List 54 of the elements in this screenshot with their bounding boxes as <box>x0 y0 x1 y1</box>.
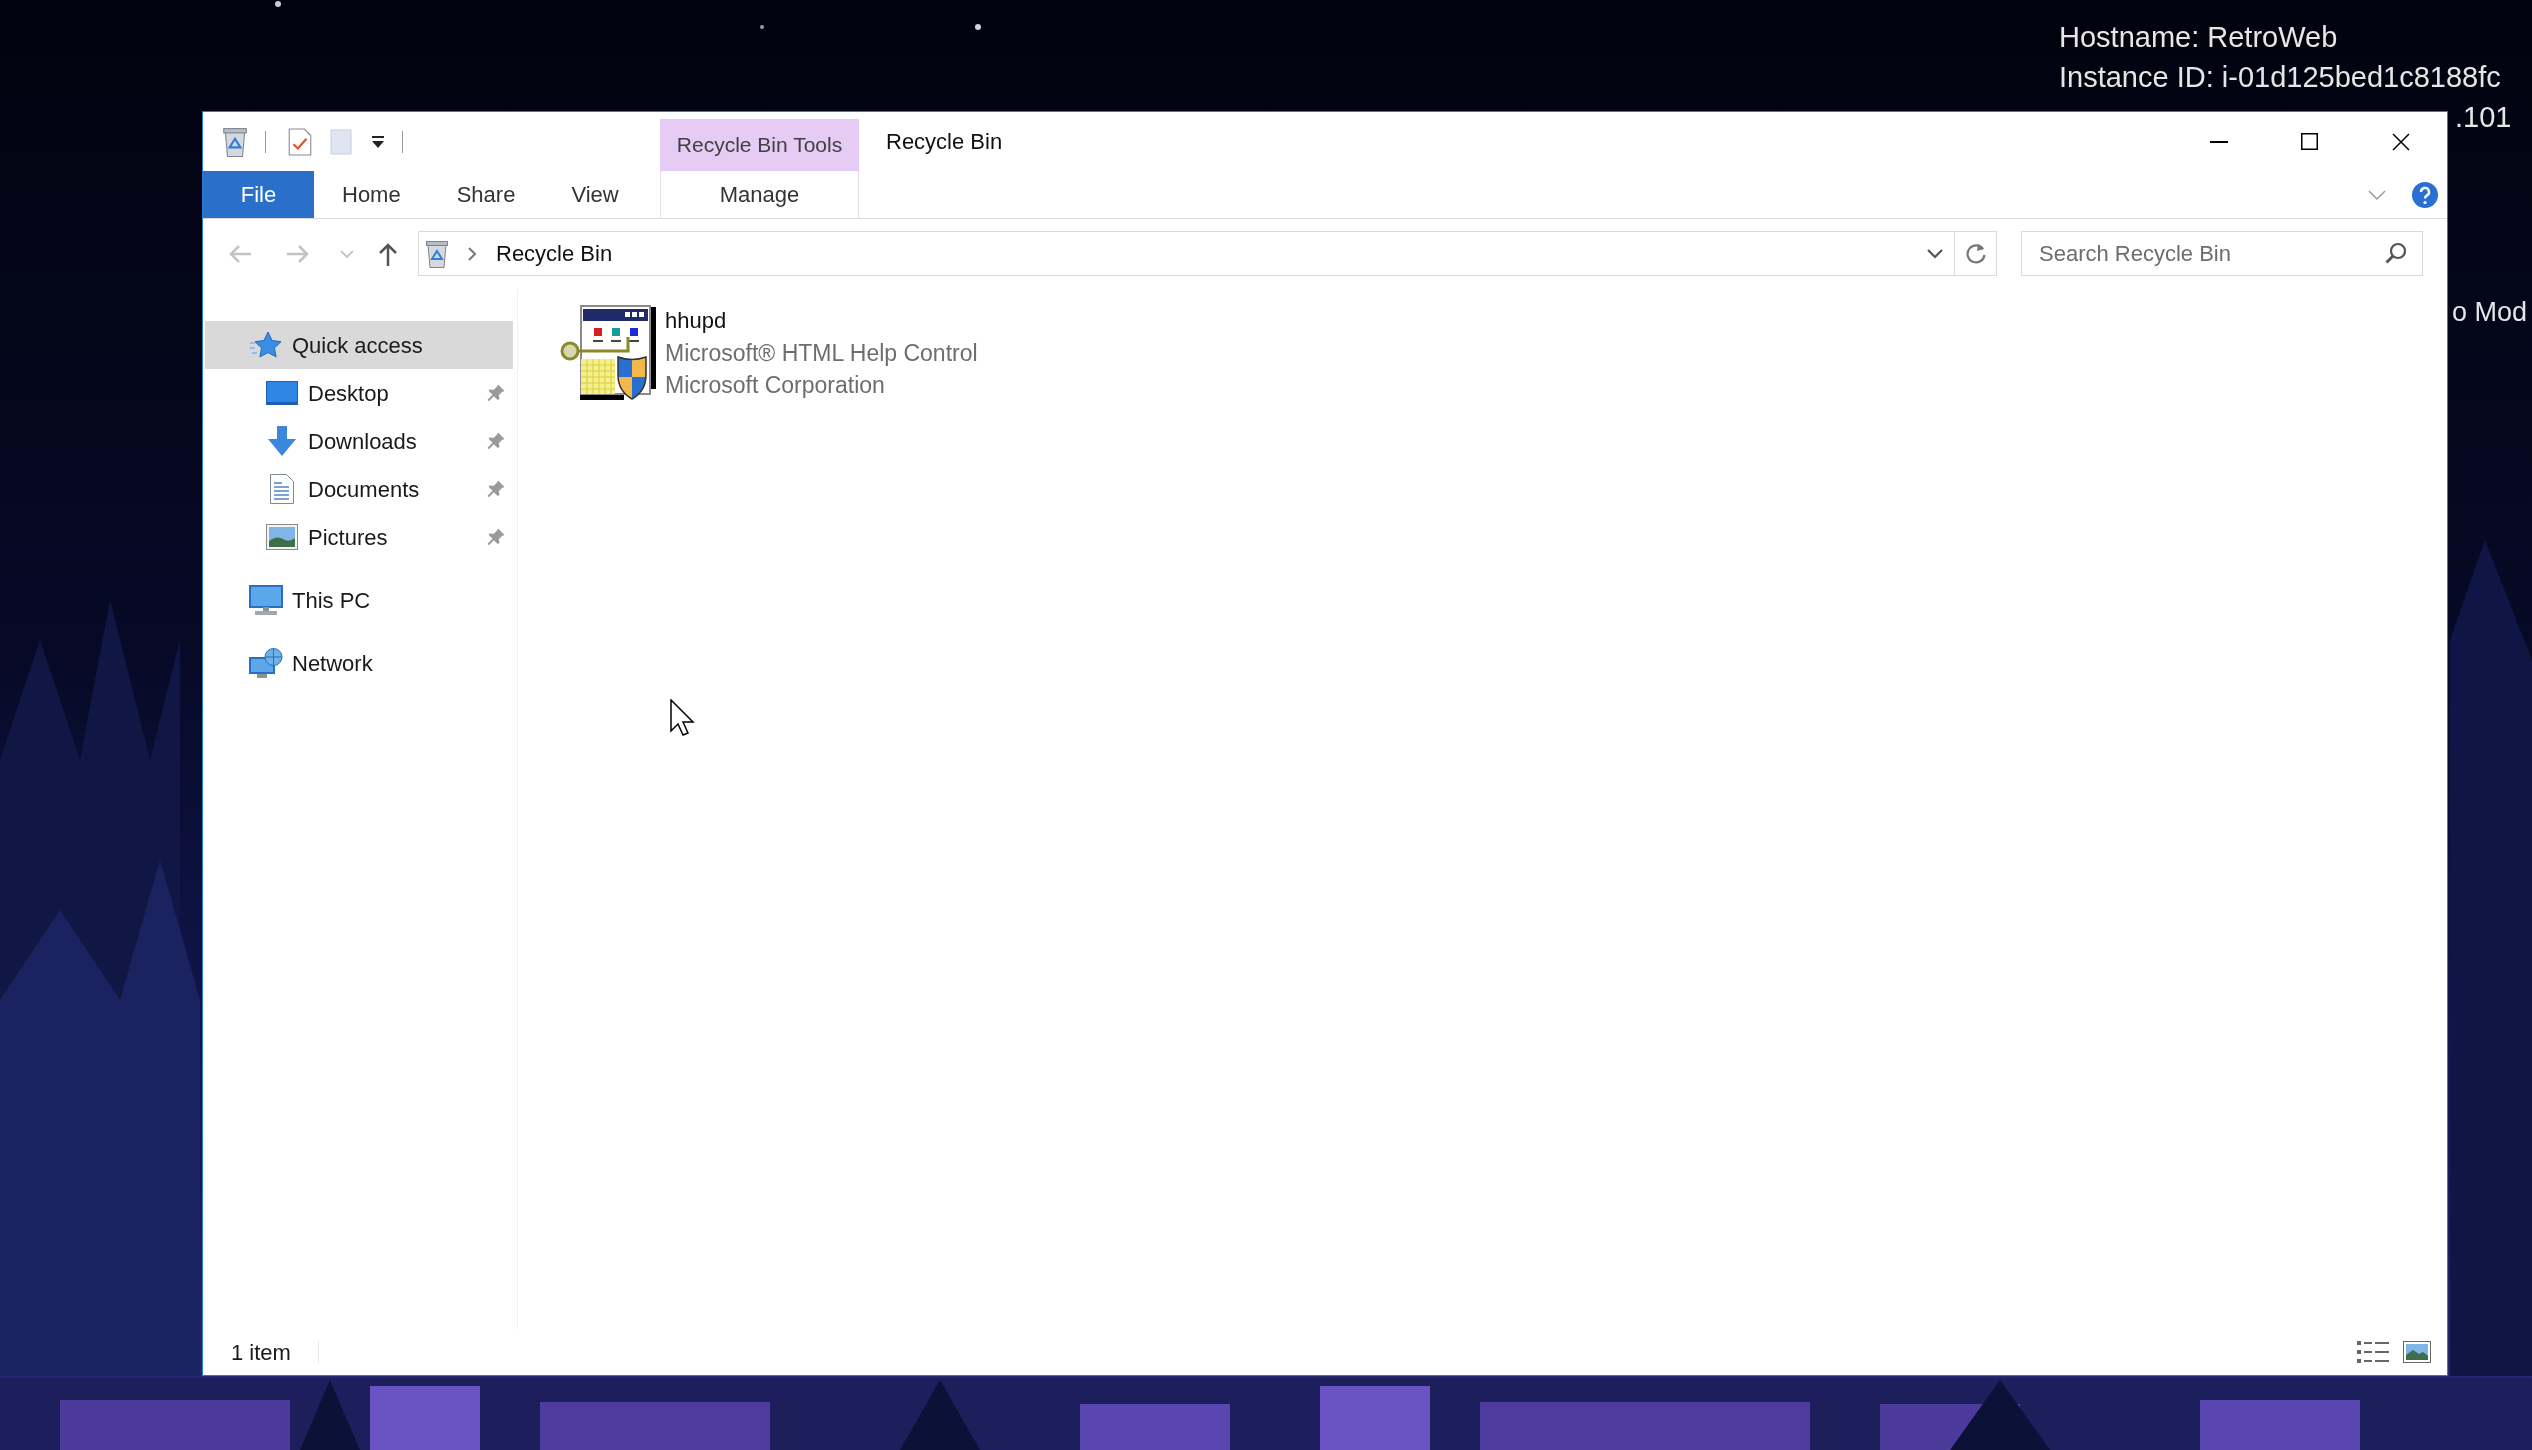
large-icons-view-icon[interactable] <box>2403 1341 2431 1363</box>
ribbon-tab[interactable]: Share <box>428 171 544 218</box>
pin-icon[interactable] <box>487 432 505 450</box>
pin-icon[interactable] <box>487 384 505 402</box>
caret-down-icon[interactable] <box>371 135 385 148</box>
refresh-button[interactable] <box>1955 231 1997 276</box>
window-title: Recycle Bin <box>886 128 1003 156</box>
up-arrow-icon[interactable] <box>378 241 398 266</box>
pin-icon[interactable] <box>487 528 505 546</box>
chevron-down-icon[interactable] <box>1927 248 1943 259</box>
cursor-icon <box>670 699 695 737</box>
nav-item[interactable]: Pictures <box>205 513 513 561</box>
program-shield-icon[interactable] <box>560 305 656 401</box>
quick-access-star-icon <box>250 331 282 359</box>
pin-icon[interactable] <box>487 480 505 498</box>
ribbon-tab[interactable]: View <box>543 171 647 218</box>
details-view-icon[interactable] <box>2357 1340 2389 1364</box>
recycle-bin-icon <box>425 239 449 268</box>
network-icon <box>249 648 283 678</box>
desktop-info-text: .101 <box>2455 100 2512 135</box>
desktop-icon <box>266 381 298 405</box>
file-company: Microsoft Corporation <box>665 371 885 400</box>
nav-item[interactable]: Quick access <box>205 321 513 369</box>
file-description: Microsoft® HTML Help Control <box>665 339 978 368</box>
desktop-text: o Mod <box>2452 296 2528 329</box>
desktop-info-text: Instance ID: i-01d125bed1c8188fc <box>2059 60 2501 95</box>
address-bar[interactable]: Recycle Bin <box>418 231 1955 276</box>
contextual-tab-header: Recycle Bin Tools <box>660 119 859 171</box>
search-field[interactable]: Search Recycle Bin <box>2021 231 2423 276</box>
maximize-icon[interactable] <box>2301 133 2318 150</box>
computer-icon <box>249 585 283 615</box>
document-icon <box>270 474 294 504</box>
refresh-icon <box>1964 242 1987 265</box>
close-icon[interactable] <box>2392 132 2410 151</box>
picture-icon <box>266 524 298 550</box>
nav-item[interactable]: Network <box>205 639 513 687</box>
ribbon-tab[interactable]: Home <box>314 171 429 218</box>
recycle-bin-icon <box>222 126 248 157</box>
chevron-right-icon[interactable] <box>467 245 477 262</box>
file-name[interactable]: hhupd <box>665 305 727 337</box>
minimize-icon[interactable] <box>2209 140 2228 143</box>
item-count: 1 item <box>231 1338 291 1367</box>
help-icon[interactable] <box>2412 181 2438 208</box>
nav-item[interactable]: Documents <box>205 465 513 513</box>
desktop-info-text: Hostname: RetroWeb <box>2059 20 2338 55</box>
search-icon[interactable] <box>2385 242 2407 264</box>
ribbon-tab[interactable]: Manage <box>660 171 859 218</box>
nav-item[interactable]: Downloads <box>205 417 513 465</box>
breadcrumb-item[interactable]: Recycle Bin <box>491 237 618 270</box>
page-check-icon[interactable] <box>288 127 312 156</box>
nav-item[interactable]: Desktop <box>205 369 513 417</box>
nav-item[interactable]: This PC <box>205 576 513 624</box>
file-tab[interactable]: File <box>203 171 314 218</box>
download-arrow-icon <box>267 426 297 456</box>
